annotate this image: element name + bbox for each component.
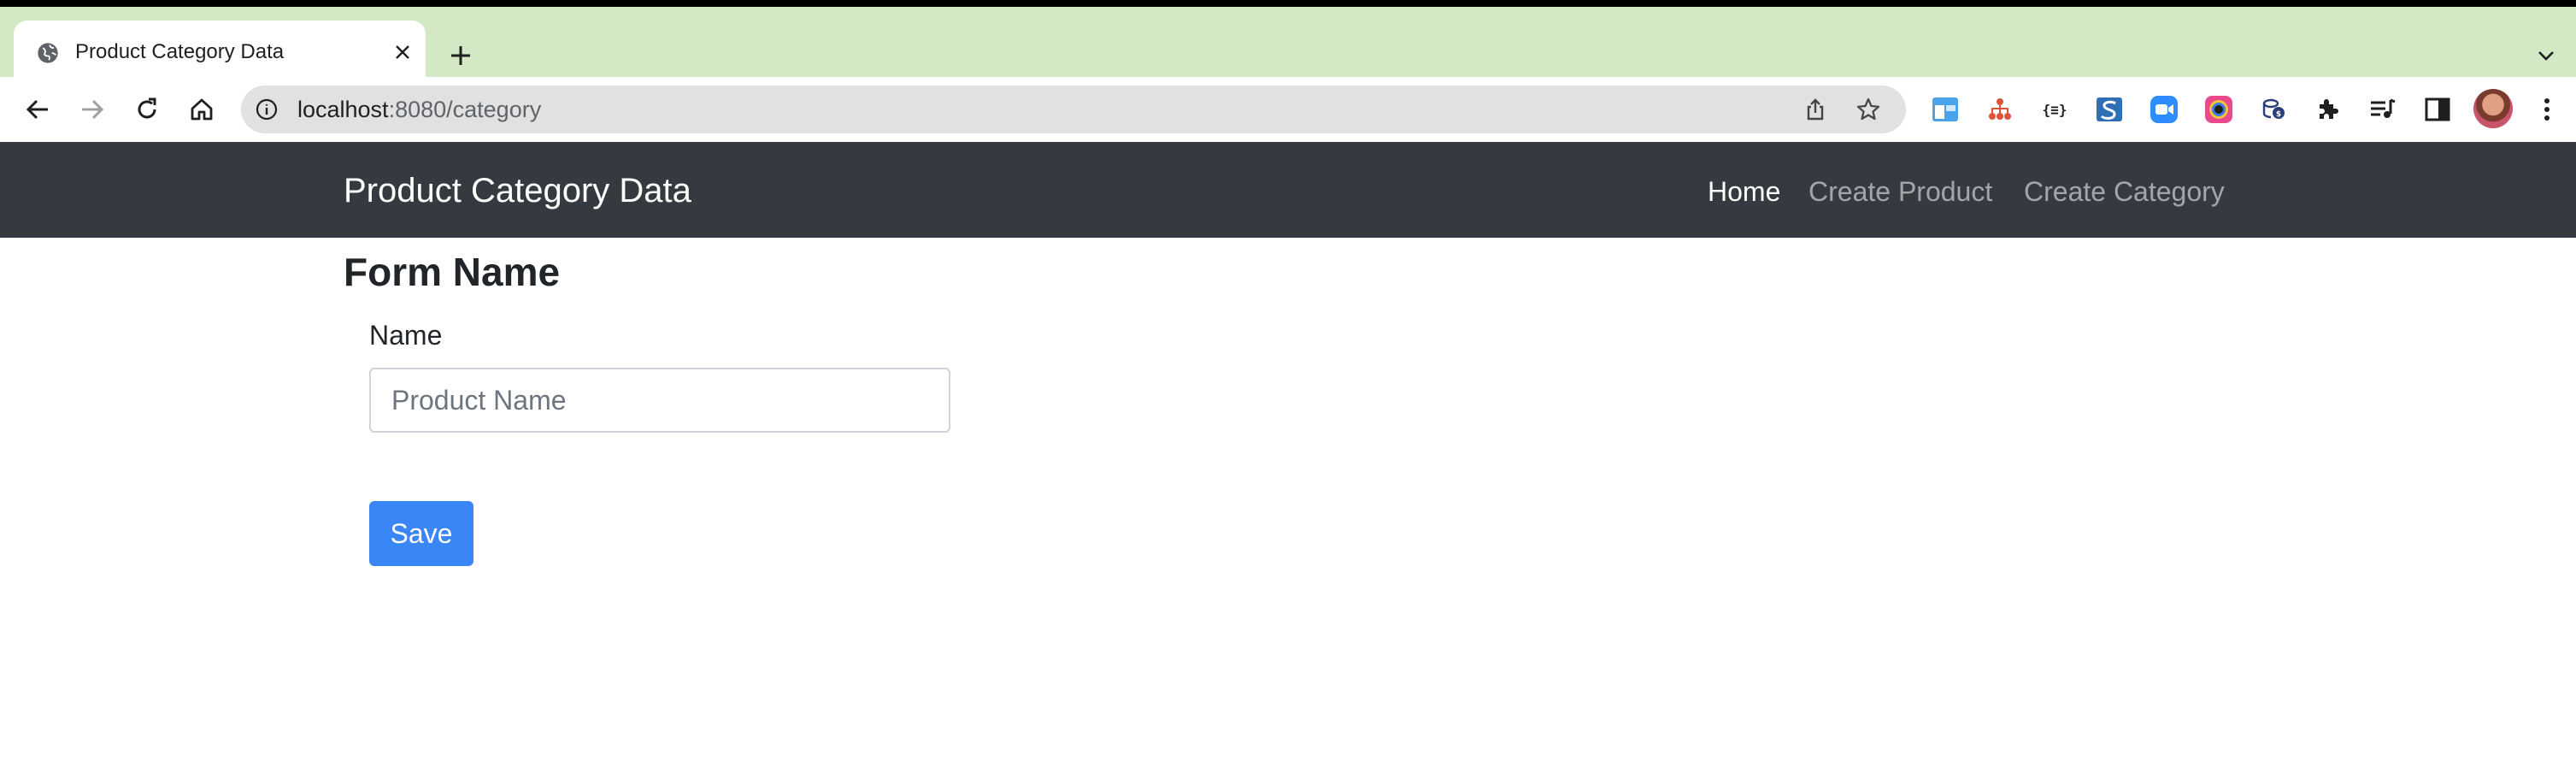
extension-zoom-icon[interactable]	[2147, 92, 2181, 127]
extension-hierarchy-icon[interactable]	[1983, 92, 2017, 127]
nav-link-create-category[interactable]: Create Category	[2024, 174, 2225, 209]
address-url[interactable]: localhost:8080/category	[297, 94, 541, 125]
extension-s-icon[interactable]	[2092, 92, 2126, 127]
url-host: localhost	[297, 97, 389, 122]
extension-json-icon[interactable]: {≡}	[2038, 92, 2072, 127]
save-button[interactable]: Save	[369, 501, 473, 566]
form-title: Form Name	[344, 250, 561, 294]
share-icon[interactable]	[1802, 96, 1829, 123]
navbar-brand[interactable]: Product Category Data	[344, 171, 691, 210]
extension-coins-icon[interactable]: $	[2256, 92, 2291, 127]
extension-window-icon[interactable]	[1928, 92, 1962, 127]
site-info-icon[interactable]	[253, 96, 280, 123]
name-label: Name	[369, 320, 443, 351]
close-tab-icon[interactable]	[390, 39, 415, 65]
svg-text:$: $	[2276, 110, 2281, 119]
svg-text:{≡}: {≡}	[2043, 102, 2067, 118]
new-tab-plus-icon[interactable]	[444, 39, 477, 72]
globe-icon	[38, 43, 58, 63]
site-navbar: Product Category Data Home Create Produc…	[0, 142, 2576, 238]
browser-tab[interactable]: Product Category Data	[14, 21, 426, 84]
tab-title: Product Category Data	[75, 40, 285, 63]
home-icon[interactable]	[183, 91, 221, 128]
side-panel-icon[interactable]	[2420, 92, 2455, 127]
address-bar[interactable]: localhost:8080/category	[241, 86, 1906, 133]
bookmark-star-icon[interactable]	[1855, 96, 1882, 123]
window-top-edge	[0, 0, 2576, 7]
url-path: :8080/category	[388, 97, 542, 122]
reading-list-icon[interactable]	[2366, 92, 2400, 127]
tab-search-chevron-icon[interactable]	[2532, 41, 2561, 70]
nav-link-create-product[interactable]: Create Product	[1808, 174, 1992, 209]
browser-menu-kebab-icon[interactable]	[2530, 92, 2564, 127]
product-name-input[interactable]	[369, 368, 950, 433]
forward-arrow-icon[interactable]	[74, 91, 111, 128]
browser-toolbar: localhost:8080/category {≡} $	[0, 77, 2576, 142]
nav-link-home[interactable]: Home	[1708, 174, 1780, 209]
extension-color-picker-icon[interactable]	[2202, 92, 2236, 127]
back-arrow-icon[interactable]	[19, 91, 56, 128]
reload-icon[interactable]	[128, 91, 166, 128]
profile-avatar[interactable]	[2473, 89, 2513, 128]
extensions-puzzle-icon[interactable]	[2311, 92, 2345, 127]
tab-strip: Product Category Data	[0, 7, 2576, 84]
